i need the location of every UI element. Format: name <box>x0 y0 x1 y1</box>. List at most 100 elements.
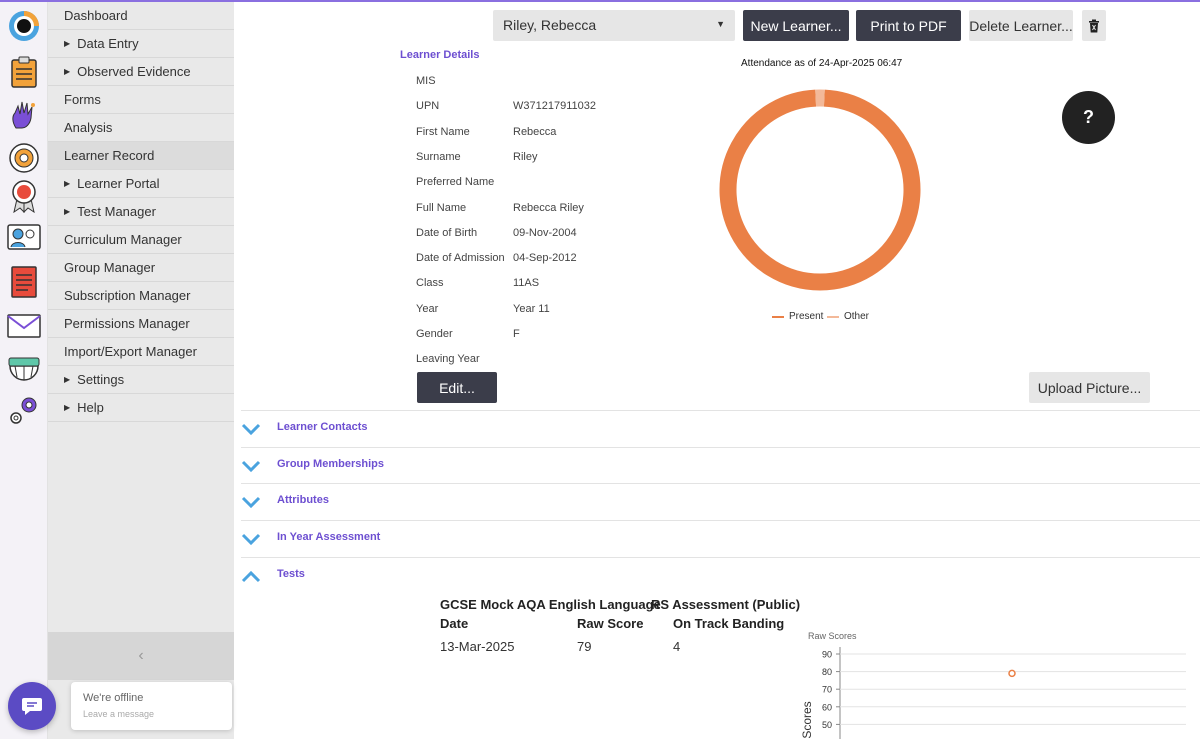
nav-list: Dashboard ▶ Data Entry ▶ Observed Evidence Fo… <box>48 2 234 422</box>
new-learner-button[interactable]: New Learner... <box>743 10 849 41</box>
learner-select[interactable]: Riley, Rebecca ▼ <box>493 10 735 41</box>
award-icon[interactable] <box>6 178 42 214</box>
chevron-down-icon[interactable] <box>241 422 261 436</box>
learner-details-title: Learner Details <box>400 49 480 61</box>
field-value: 09-Nov-2004 <box>513 226 577 239</box>
nav-item-label: Observed Evidence <box>77 64 191 79</box>
chat-button[interactable] <box>8 682 56 730</box>
nav-item-forms[interactable]: Forms <box>48 86 234 114</box>
chevron-down-icon[interactable] <box>241 459 261 473</box>
test2-title: RS Assessment (Public) <box>651 597 801 612</box>
chat-prompt: Leave a message <box>83 709 155 719</box>
y-tick-label: 80 <box>822 667 832 677</box>
field-label: MIS <box>416 75 436 87</box>
donut-slice-present <box>719 89 921 291</box>
field-label: Preferred Name <box>416 176 495 189</box>
legend-present-label: Present <box>789 311 824 322</box>
collapse-nav-button[interactable]: ‹ <box>48 632 234 680</box>
legend-present: Present <box>772 311 823 322</box>
nav-item-data-entry[interactable]: ▶ Data Entry <box>48 30 234 58</box>
nav-item-analysis[interactable]: Analysis <box>48 114 234 142</box>
upload-picture-button[interactable]: Upload Picture... <box>1029 372 1150 403</box>
nav-item-label: Settings <box>77 372 125 387</box>
nav-item-label: Forms <box>64 92 101 107</box>
nav-item-test-manager[interactable]: ▶ Test Manager <box>48 198 234 226</box>
nav-item-import-export-manager[interactable]: Import/Export Manager <box>48 338 234 366</box>
nav-item-label: Curriculum Manager <box>64 232 182 247</box>
chevron-left-icon: ‹ <box>138 647 144 664</box>
y-tick-label: 90 <box>822 650 832 660</box>
chevron-down-icon[interactable] <box>241 495 261 509</box>
chat-status: We're offline <box>83 692 144 704</box>
field-label: Year <box>416 302 439 315</box>
field-label: First Name <box>416 125 470 138</box>
attendance-title: Attendance as of 24-Apr-2025 06:47 <box>741 58 903 69</box>
edit-button[interactable]: Edit... <box>417 372 497 403</box>
accordion-label: Attributes <box>277 494 329 507</box>
col-raw-header: Raw Score <box>577 616 644 631</box>
field-value: Rebecca <box>513 125 557 138</box>
nav-item-label: Permissions Manager <box>64 316 190 331</box>
nav-item-curriculum-manager[interactable]: Curriculum Manager <box>48 226 234 254</box>
nav-item-label: Learner Portal <box>77 176 160 191</box>
y-tick-label: 60 <box>822 702 832 712</box>
test1-title: GCSE Mock AQA English Language <box>440 597 661 612</box>
nav-item-learner-record[interactable]: Learner Record <box>48 142 234 170</box>
main-nav: Dashboard ▶ Data Entry ▶ Observed Evidence Fo… <box>48 2 234 739</box>
avatar: ? <box>1062 91 1115 144</box>
field-label: UPN <box>416 100 440 113</box>
data-point <box>1008 669 1016 678</box>
chat-icon <box>22 698 42 715</box>
test-row-date: 13-Mar-2025 <box>440 639 515 654</box>
nav-item-label: Test Manager <box>77 204 156 219</box>
accordion-attributes[interactable]: Attributes <box>241 483 1200 520</box>
nav-item-dashboard[interactable]: Dashboard <box>48 2 234 30</box>
expand-triangle-icon: ▶ <box>64 39 71 48</box>
field-label: Gender <box>416 328 453 340</box>
field-value: Rebecca Riley <box>513 201 584 214</box>
test-row-raw: 79 <box>577 639 592 654</box>
nav-item-label: Dashboard <box>64 8 128 23</box>
nav-item-help[interactable]: ▶ Help <box>48 394 234 422</box>
field-label: Leaving Year <box>416 353 480 366</box>
accordion-tests[interactable]: Tests <box>241 556 1200 594</box>
legend-other-swatch <box>827 315 839 318</box>
nav-item-group-manager[interactable]: Group Manager <box>48 254 234 282</box>
document-icon[interactable] <box>6 264 42 300</box>
hand-icon[interactable] <box>6 96 42 132</box>
mail-icon[interactable] <box>6 308 42 344</box>
chevron-down-icon[interactable] <box>241 532 261 546</box>
accordion-learner-contacts[interactable]: Learner Contacts <box>241 410 1200 447</box>
settings-icon[interactable] <box>6 392 42 428</box>
test-row-banding: 4 <box>673 639 681 654</box>
field-label: Date of Admission <box>416 252 505 265</box>
expand-triangle-icon: ▶ <box>64 207 71 216</box>
col-date-header: Date <box>440 616 469 631</box>
target-icon[interactable] <box>6 140 42 176</box>
nav-item-subscription-manager[interactable]: Subscription Manager <box>48 282 234 310</box>
print-pdf-button[interactable]: Print to PDF <box>856 10 961 41</box>
people-icon[interactable] <box>6 220 42 256</box>
app-icon-rail <box>0 2 48 739</box>
col-banding-header: On Track Banding <box>673 616 785 631</box>
legend-present-swatch <box>772 315 784 318</box>
clipboard-icon[interactable] <box>6 54 42 90</box>
nav-item-label: Help <box>77 400 104 415</box>
nav-item-permissions-manager[interactable]: Permissions Manager <box>48 310 234 338</box>
nav-item-settings[interactable]: ▶ Settings <box>48 366 234 394</box>
dropdown-caret-icon: ▼ <box>716 19 725 29</box>
nav-item-label: Data Entry <box>77 36 139 51</box>
nav-item-observed-evidence[interactable]: ▶ Observed Evidence <box>48 58 234 86</box>
accordion-group-memberships[interactable]: Group Memberships <box>241 446 1200 484</box>
nav-item-learner-portal[interactable]: ▶ Learner Portal <box>48 170 234 198</box>
logo-icon[interactable] <box>6 8 42 44</box>
field-value: Year 11 <box>513 302 550 315</box>
trash-button[interactable] <box>1082 10 1106 41</box>
attendance-donut <box>719 89 921 291</box>
accordion-in-year-assessment[interactable]: In Year Assessment <box>241 520 1200 557</box>
globe-icon[interactable] <box>6 350 42 386</box>
trash-icon <box>1089 19 1099 32</box>
chat-card[interactable]: We're offline Leave a message <box>71 682 232 730</box>
delete-learner-button[interactable]: Delete Learner... <box>969 10 1073 41</box>
chevron-up-icon[interactable] <box>241 569 261 583</box>
